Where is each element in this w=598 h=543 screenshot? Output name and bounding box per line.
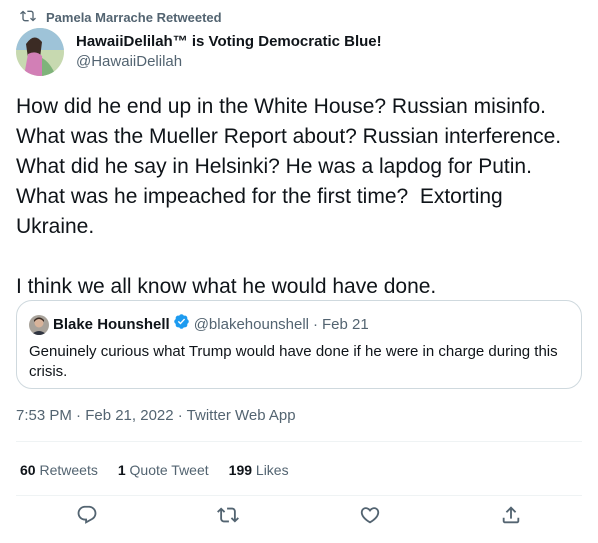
tweet-actions <box>16 505 582 529</box>
divider <box>16 441 582 442</box>
quote-tweets-count[interactable]: 1 Quote Tweet <box>118 460 209 480</box>
author-display-name[interactable]: HawaiiDelilah™ is Voting Democratic Blue… <box>76 32 382 52</box>
share-button[interactable] <box>499 505 523 529</box>
like-button[interactable] <box>358 505 382 529</box>
quoted-author-avatar <box>29 314 49 335</box>
author-handle[interactable]: @HawaiiDelilah <box>76 52 382 72</box>
reply-icon <box>76 504 98 531</box>
quoted-separator: · <box>313 315 319 333</box>
quoted-author-handle: @blakehounshell <box>193 315 310 333</box>
quoted-author-name: Blake Hounshell <box>53 315 170 333</box>
tweet-body: How did he end up in the White House? Ru… <box>16 95 562 298</box>
like-icon <box>359 504 381 531</box>
reply-button[interactable] <box>75 505 99 529</box>
retweet-icon <box>20 8 36 27</box>
share-icon <box>500 504 522 531</box>
tweet-author: HawaiiDelilah™ is Voting Democratic Blue… <box>16 28 382 76</box>
likes-count[interactable]: 199 Likes <box>229 460 289 480</box>
quoted-tweet-card[interactable]: Blake Hounshell @blakehounshell · Feb 21… <box>16 300 582 389</box>
verified-badge-icon <box>170 313 190 336</box>
divider <box>16 495 582 496</box>
quoted-tweet-text: Genuinely curious what Trump would have … <box>29 343 558 380</box>
author-avatar[interactable] <box>16 28 64 76</box>
retweet-icon <box>217 504 240 531</box>
retweeted-by-header[interactable]: Pamela Marrache Retweeted <box>20 8 222 26</box>
tweet-stats: 60 Retweets 1 Quote Tweet 199 Likes <box>20 460 289 480</box>
tweet-timestamp[interactable]: 7:53 PM · Feb 21, 2022 · Twitter Web App <box>16 406 296 426</box>
retweeted-by-label: Pamela Marrache Retweeted <box>46 9 222 25</box>
retweets-count[interactable]: 60 Retweets <box>20 460 98 480</box>
retweet-button[interactable] <box>216 505 240 529</box>
quoted-date[interactable]: Feb 21 <box>322 315 369 335</box>
